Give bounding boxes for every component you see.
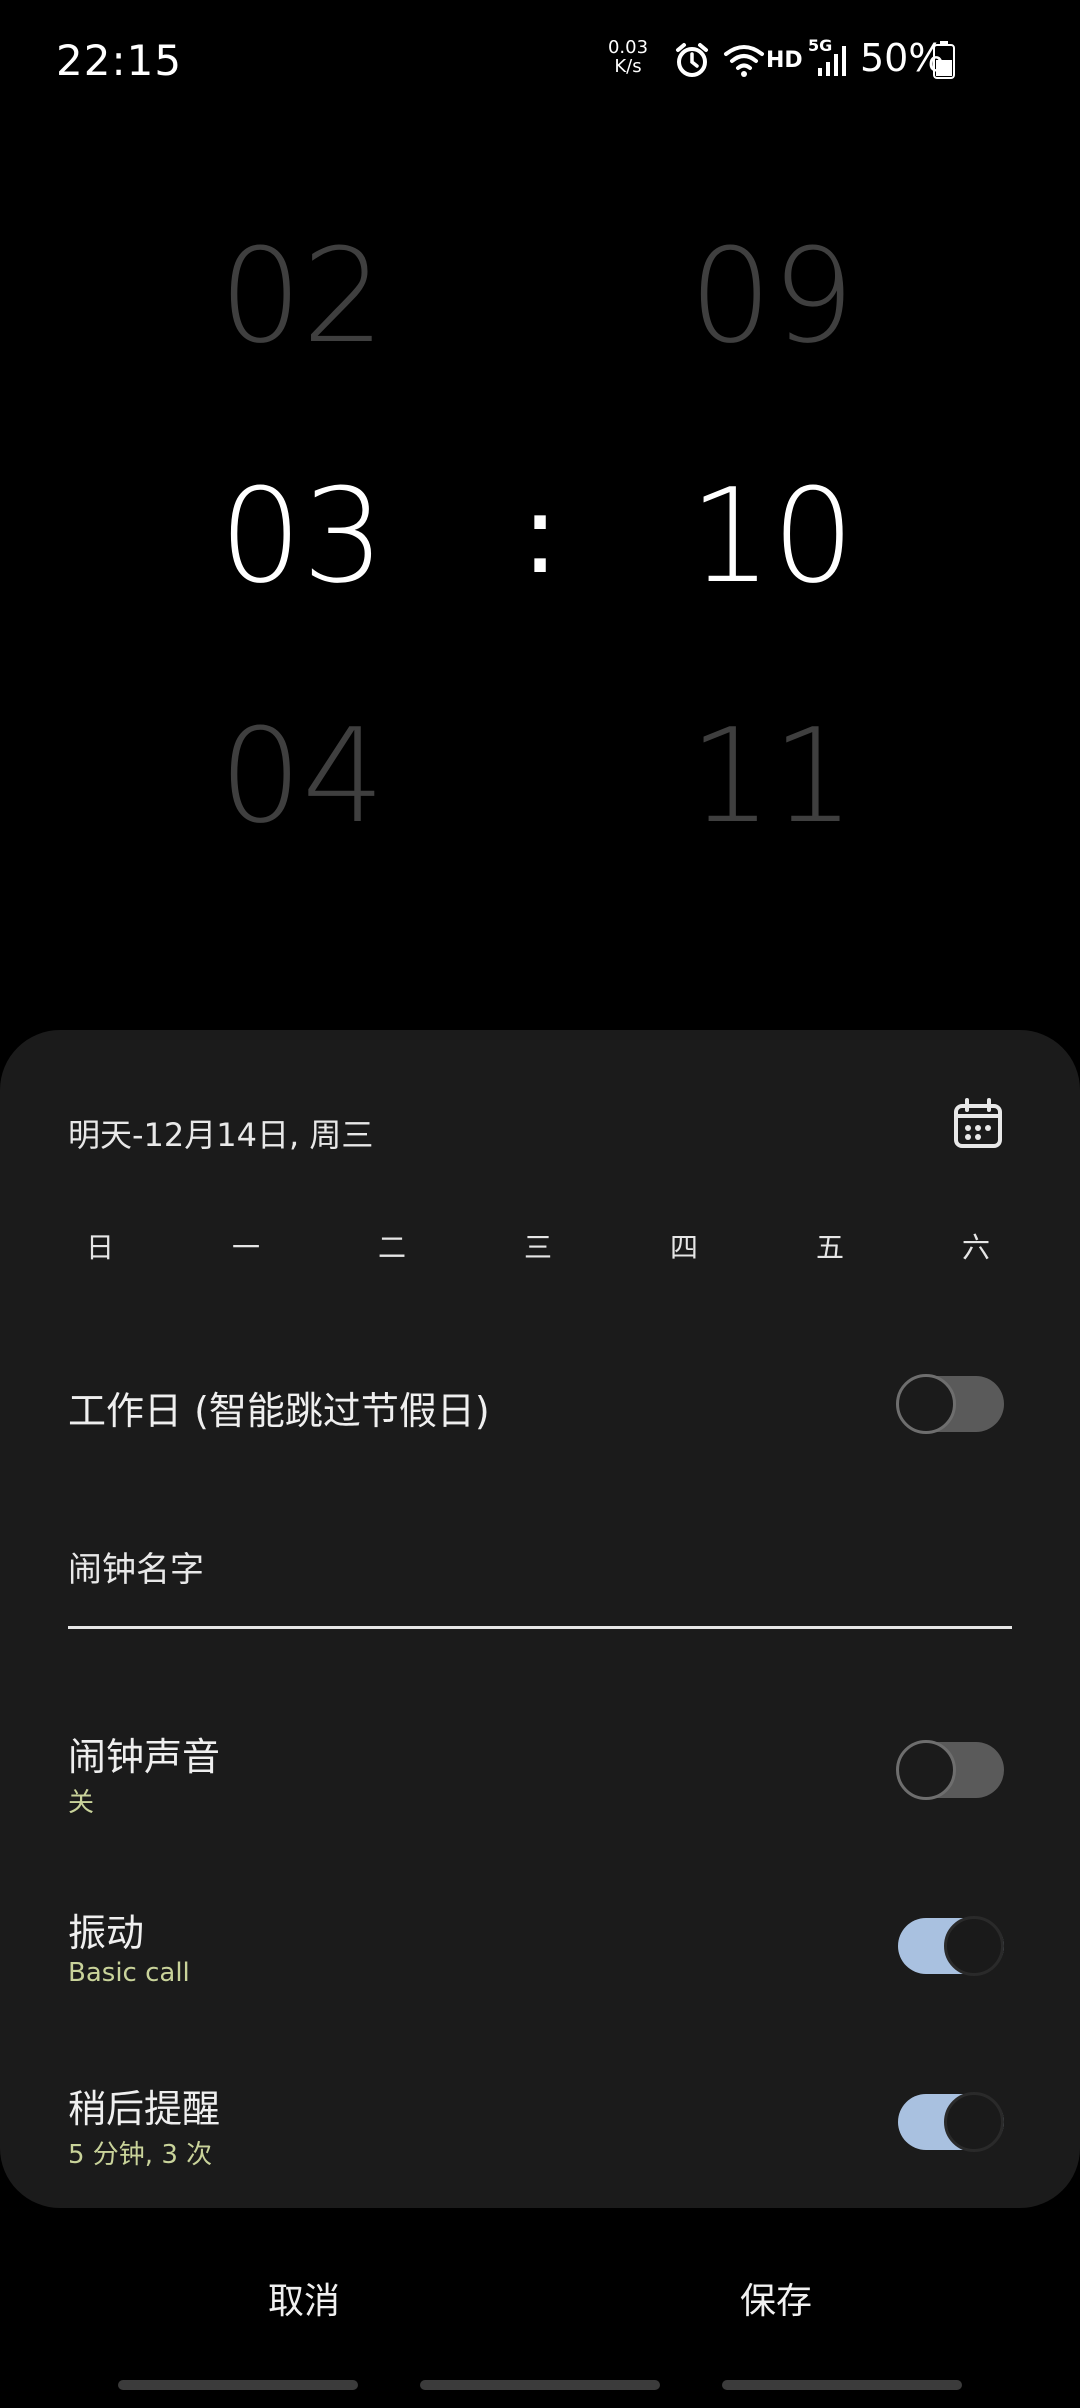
navigation-bar [0, 2380, 1080, 2392]
alarm-sound-status: 关 [68, 1788, 95, 1818]
time-picker[interactable]: 02 03 04 : 09 10 11 [0, 180, 1080, 900]
status-bar: 22:15 0.03 K/s HD 5G 50% [0, 0, 1080, 120]
weekday-mon[interactable]: 一 [206, 1226, 286, 1266]
vibration-title: 振动 [68, 1911, 145, 1955]
toggle-knob [944, 2092, 1004, 2152]
snooze-toggle[interactable] [898, 2092, 1004, 2152]
signal-icon [818, 46, 846, 76]
toggle-knob [896, 1740, 956, 1800]
alarm-sound-toggle[interactable] [896, 1740, 1004, 1800]
hour-current[interactable]: 03 [172, 460, 432, 612]
weekday-wed[interactable]: 三 [498, 1226, 578, 1266]
snooze-title: 稍后提醒 [68, 2087, 221, 2131]
nav-pill[interactable] [722, 2380, 962, 2390]
hour-next[interactable]: 04 [172, 700, 432, 852]
minute-current[interactable]: 10 [642, 460, 902, 612]
weekday-selector: 日 一 二 三 四 五 六 [60, 1226, 1020, 1286]
calendar-icon[interactable] [952, 1098, 1004, 1150]
minute-prev[interactable]: 09 [642, 220, 902, 372]
weekday-tue[interactable]: 二 [352, 1226, 432, 1266]
network-speed: 0.03 K/s [607, 37, 649, 77]
alarm-icon [676, 43, 708, 77]
alarm-name-underline [68, 1626, 1012, 1629]
weekday-sat[interactable]: 六 [936, 1226, 1016, 1266]
status-time: 22:15 [56, 36, 183, 85]
cancel-button[interactable]: 取消 [154, 2258, 454, 2338]
vibration-pattern: Basic call [68, 1958, 190, 1988]
hd-label: HD [766, 48, 803, 73]
snooze-detail: 5 分钟, 3 次 [68, 2140, 213, 2170]
alarm-sound-title: 闹钟声音 [68, 1735, 221, 1779]
toggle-knob [944, 1916, 1004, 1976]
workday-label: 工作日 (智能跳过节假日) [68, 1389, 490, 1433]
save-button[interactable]: 保存 [626, 2258, 926, 2338]
weekday-fri[interactable]: 五 [790, 1226, 870, 1266]
time-separator: : [521, 470, 559, 598]
vibration-toggle[interactable] [898, 1916, 1004, 1976]
minute-next[interactable]: 11 [642, 700, 902, 852]
alarm-options-sheet: 明天-12月14日, 周三 日 一 二 三 四 五 六 工作日 (智能跳过节假日… [0, 1030, 1080, 2208]
alarm-date-label: 明天-12月14日, 周三 [68, 1116, 374, 1154]
alarm-name-input[interactable] [68, 1540, 1012, 1600]
status-icons: 0.03 K/s HD 5G 50% [560, 30, 1080, 90]
toggle-knob [896, 1374, 956, 1434]
battery-icon [933, 41, 955, 79]
weekday-sun[interactable]: 日 [60, 1226, 140, 1266]
hour-prev[interactable]: 02 [172, 220, 432, 372]
weekday-thu[interactable]: 四 [644, 1226, 724, 1266]
nav-pill[interactable] [118, 2380, 358, 2390]
workday-toggle[interactable] [896, 1374, 1004, 1434]
nav-pill[interactable] [420, 2380, 660, 2390]
wifi-icon [724, 45, 764, 77]
bottom-actions: 取消 保存 [0, 2208, 1080, 2368]
